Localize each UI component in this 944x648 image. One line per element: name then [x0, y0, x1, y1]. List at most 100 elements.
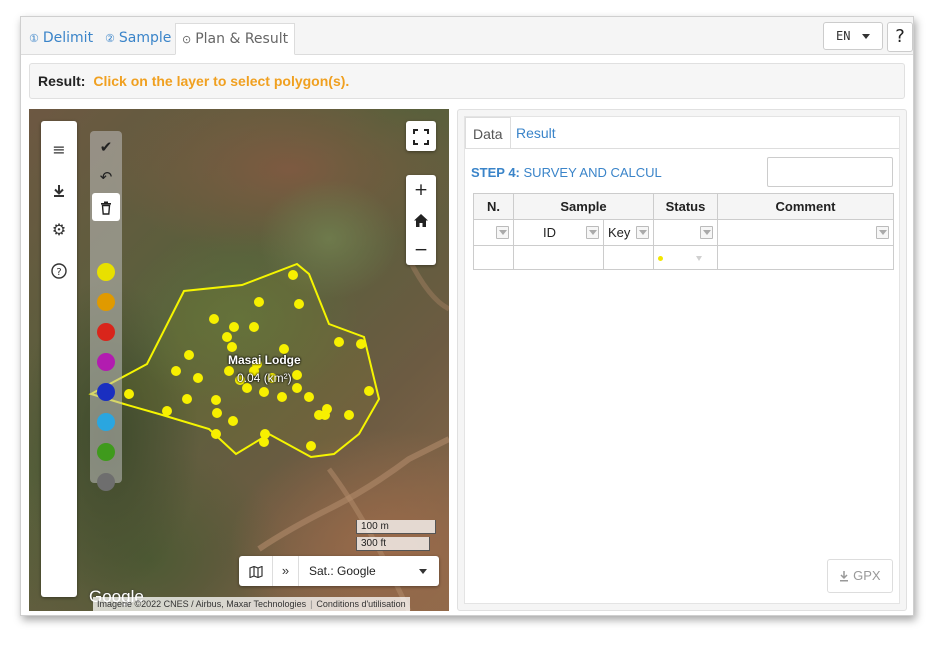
terms-link[interactable]: Conditions d'utilisation	[316, 599, 405, 609]
double-chevron-icon[interactable]: »	[273, 556, 299, 586]
sample-point[interactable]	[193, 373, 203, 383]
sample-point[interactable]	[306, 441, 316, 451]
zoom-in-icon[interactable]: +	[406, 175, 436, 205]
map-attribution: Imagerie ©2022 CNES / Airbus, Maxar Tech…	[93, 597, 410, 611]
result-label: Result:	[38, 73, 86, 89]
sample-point[interactable]	[224, 366, 234, 376]
undo-icon[interactable]: ↶	[92, 163, 120, 191]
color-swatch[interactable]	[97, 413, 115, 431]
sample-point[interactable]	[292, 383, 302, 393]
fullscreen-icon[interactable]	[406, 121, 436, 151]
polygon-area-label: 0.04 (km²)	[237, 371, 292, 385]
color-swatch[interactable]	[97, 293, 115, 311]
app-window: ① Delimit ② Sample ⊙ Plan & Result EN ? Res…	[20, 16, 914, 616]
sample-point[interactable]	[259, 387, 269, 397]
trash-icon[interactable]	[92, 193, 120, 221]
sample-point[interactable]	[222, 332, 232, 342]
color-swatch[interactable]	[97, 353, 115, 371]
table-header-row: N. Sample Status Comment	[473, 193, 894, 220]
help-button[interactable]: ?	[887, 22, 913, 52]
sample-point[interactable]	[304, 392, 314, 402]
sample-point[interactable]	[182, 394, 192, 404]
sample-point[interactable]	[124, 389, 134, 399]
cell-id[interactable]	[513, 245, 604, 270]
filter-dropdown-icon[interactable]	[700, 226, 713, 239]
sample-point[interactable]	[254, 297, 264, 307]
sample-point[interactable]	[162, 406, 172, 416]
sample-point[interactable]	[184, 350, 194, 360]
sample-point[interactable]	[277, 392, 287, 402]
tab-delimit[interactable]: ① Delimit	[25, 23, 97, 55]
check-icon[interactable]: ✔	[92, 133, 120, 161]
filter-key-label: Key	[608, 225, 631, 240]
map-view[interactable]: Masai Lodge 0.04 (km²) ≡ ⚙ ? ✔ ↶ + − 100…	[29, 109, 449, 611]
color-swatch[interactable]	[97, 383, 115, 401]
sample-point[interactable]	[209, 314, 219, 324]
sample-point[interactable]	[229, 322, 239, 332]
sample-point[interactable]	[211, 429, 221, 439]
filter-dropdown-icon[interactable]	[636, 226, 649, 239]
road	[406, 257, 449, 312]
sample-point[interactable]	[356, 339, 366, 349]
gear-icon[interactable]: ⚙	[41, 215, 77, 245]
col-header-status[interactable]: Status	[653, 193, 718, 220]
map-icon[interactable]	[239, 556, 273, 586]
help-circle-icon[interactable]: ?	[41, 255, 77, 285]
sample-point[interactable]	[228, 416, 238, 426]
download-icon[interactable]	[41, 175, 77, 205]
menu-icon[interactable]: ≡	[41, 135, 77, 165]
sample-point[interactable]	[364, 386, 374, 396]
sample-point[interactable]	[292, 370, 302, 380]
sample-point[interactable]	[334, 337, 344, 347]
tab-result[interactable]: Result	[509, 117, 563, 149]
filter-status	[653, 219, 718, 246]
filter-dropdown-icon[interactable]	[496, 226, 509, 239]
search-input[interactable]	[767, 157, 893, 187]
sample-point[interactable]	[249, 322, 259, 332]
filter-dropdown-icon[interactable]	[586, 226, 599, 239]
sample-point[interactable]	[344, 410, 354, 420]
table-filter-row: ID Key	[473, 219, 894, 246]
polygon-name-label: Masai Lodge	[228, 353, 301, 367]
step-title: STEP 4: SURVEY AND CALCUL	[471, 165, 662, 180]
sample-point[interactable]	[294, 299, 304, 309]
caret-down-icon	[862, 34, 870, 39]
sample-point[interactable]	[288, 270, 298, 280]
svg-text:?: ?	[56, 267, 61, 278]
color-swatch[interactable]	[97, 323, 115, 341]
sample-point[interactable]	[212, 408, 222, 418]
layer-select[interactable]: Sat.: Google	[299, 556, 439, 586]
sample-table: N. Sample Status Comment ID Key	[473, 193, 894, 270]
sample-point[interactable]	[171, 366, 181, 376]
filter-key: Key	[603, 219, 654, 246]
color-swatch[interactable]	[97, 443, 115, 461]
filter-dropdown-icon[interactable]	[876, 226, 889, 239]
map-sidebar: ≡ ⚙ ?	[41, 121, 77, 597]
tab-sample[interactable]: ② Sample	[101, 23, 175, 55]
tab-divider	[465, 148, 899, 149]
table-row[interactable]	[473, 245, 894, 270]
zoom-out-icon[interactable]: −	[406, 235, 436, 265]
col-header-sample[interactable]: Sample	[513, 193, 654, 220]
tab-delimit-label: Delimit	[42, 30, 94, 46]
gpx-download-button[interactable]: GPX	[827, 559, 893, 593]
sample-point[interactable]	[211, 395, 221, 405]
col-header-comment[interactable]: Comment	[717, 193, 894, 220]
sample-point[interactable]	[227, 342, 237, 352]
sample-point[interactable]	[320, 410, 330, 420]
data-panel-inner: Data Result STEP 4: SURVEY AND CALCUL N.…	[464, 116, 900, 604]
col-header-n[interactable]: N.	[473, 193, 514, 220]
color-swatch[interactable]	[97, 263, 115, 281]
tab-data[interactable]: Data	[465, 117, 511, 149]
language-value: EN	[836, 29, 851, 43]
cell-key[interactable]	[603, 245, 654, 270]
cell-status[interactable]	[653, 245, 718, 270]
scale-imperial: 300 ft	[356, 537, 430, 551]
cell-comment[interactable]	[717, 245, 894, 270]
language-dropdown[interactable]: EN	[823, 22, 883, 50]
home-icon[interactable]	[406, 205, 436, 235]
sample-point[interactable]	[259, 437, 269, 447]
tab-plan-result[interactable]: ⊙ Plan & Result	[175, 23, 296, 55]
color-swatch[interactable]	[97, 473, 115, 491]
tab-sample-label: Sample	[118, 30, 172, 46]
